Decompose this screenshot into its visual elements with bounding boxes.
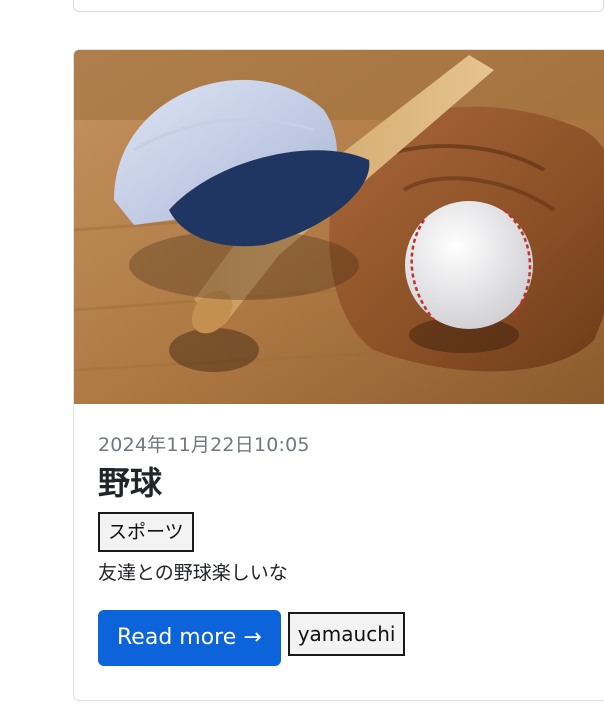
read-more-button[interactable]: Read more → [98, 610, 281, 666]
author-tag[interactable]: yamauchi [287, 612, 406, 656]
post-card: 2024年11月22日10:05 野球 スポーツ 友達との野球楽しいな Read… [73, 49, 604, 701]
post-thumbnail-image [74, 50, 604, 404]
post-actions: Read more → yamauchi [98, 610, 598, 666]
post-card-body: 2024年11月22日10:05 野球 スポーツ 友達との野球楽しいな Read… [98, 434, 598, 666]
category-tag[interactable]: スポーツ [98, 512, 194, 552]
previous-card-edge [73, 0, 604, 12]
post-date: 2024年11月22日10:05 [98, 434, 310, 456]
post-excerpt: 友達との野球楽しいな [98, 562, 288, 584]
post-title: 野球 [98, 464, 163, 502]
